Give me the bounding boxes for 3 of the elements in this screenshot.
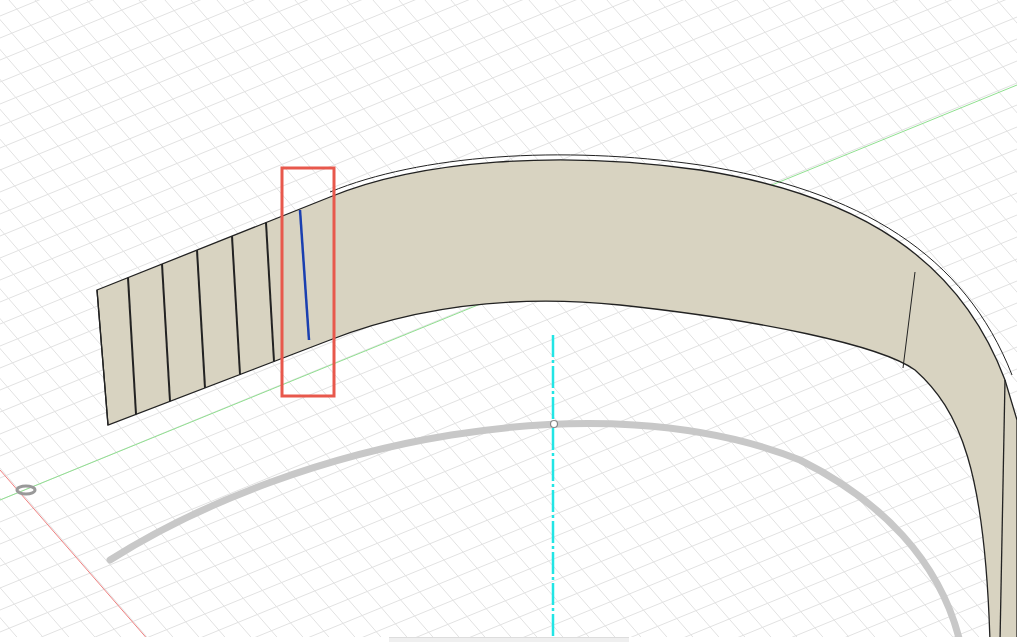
selected-edge-line[interactable] xyxy=(298,209,311,341)
origin-marker-icon xyxy=(15,484,37,496)
origin-point-icon xyxy=(549,419,559,429)
